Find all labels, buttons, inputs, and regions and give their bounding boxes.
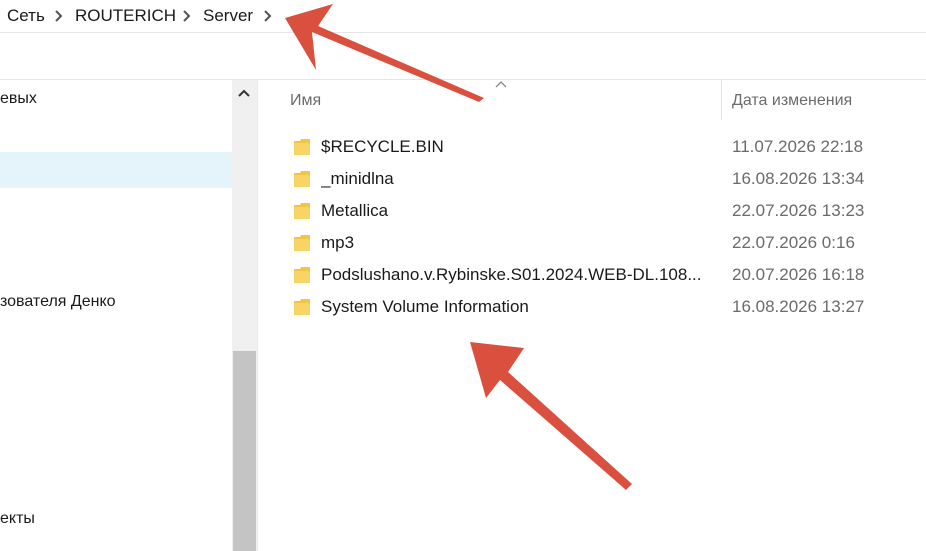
nav-item-selected[interactable] — [0, 152, 232, 188]
file-row[interactable]: System Volume Information 16.08.2026 13:… — [259, 291, 926, 323]
nav-item-objects[interactable]: екты — [0, 510, 35, 528]
file-date: 16.08.2026 13:34 — [732, 169, 865, 188]
breadcrumb-item-network[interactable]: Сеть — [7, 6, 45, 26]
file-name: _minidlna — [321, 169, 394, 188]
nav-scrollbar-thumb[interactable] — [233, 351, 256, 551]
toolbar — [0, 33, 926, 80]
navigation-pane: евых зователя Денко екты — [0, 80, 258, 551]
file-date: 16.08.2026 13:27 — [732, 297, 865, 316]
folder-icon — [294, 267, 310, 283]
folder-icon — [294, 203, 310, 219]
chevron-up-icon — [238, 89, 250, 97]
scroll-up-button[interactable] — [232, 80, 257, 110]
file-date: 11.07.2026 22:18 — [732, 137, 864, 156]
file-name: $RECYCLE.BIN — [321, 137, 444, 156]
folder-icon — [294, 139, 310, 155]
chevron-right-icon[interactable] — [263, 9, 275, 23]
address-bar[interactable]: Сеть ROUTERICH Server — [0, 0, 926, 33]
folder-icon — [294, 171, 310, 187]
file-date: 20.07.2026 16:18 — [732, 265, 865, 284]
file-name: Metallica — [321, 201, 389, 220]
file-row[interactable]: mp3 22.07.2026 0:16 — [259, 227, 926, 259]
nav-item-user-folder[interactable]: зователя Денко — [0, 293, 116, 311]
chevron-right-icon[interactable] — [182, 9, 194, 23]
nav-item-network-folders[interactable]: евых — [0, 90, 37, 108]
file-list: Имя Дата изменения $RECYCLE.BIN 11.07.20… — [259, 80, 926, 551]
file-row[interactable]: Metallica 22.07.2026 13:23 — [259, 195, 926, 227]
breadcrumb-item-routerich[interactable]: ROUTERICH — [75, 6, 176, 26]
folder-icon — [294, 235, 310, 251]
file-date: 22.07.2026 13:23 — [732, 201, 865, 220]
folder-icon — [294, 299, 310, 315]
breadcrumb-item-server[interactable]: Server — [203, 6, 253, 26]
file-row[interactable]: Podslushano.v.Rybinske.S01.2024.WEB-DL.1… — [259, 259, 926, 291]
file-date: 22.07.2026 0:16 — [732, 233, 855, 252]
file-name: Podslushano.v.Rybinske.S01.2024.WEB-DL.1… — [321, 265, 702, 284]
file-row[interactable]: _minidlna 16.08.2026 13:34 — [259, 163, 926, 195]
file-name: System Volume Information — [321, 297, 529, 316]
sort-up-icon — [495, 81, 507, 88]
column-header-date[interactable]: Дата изменения — [732, 92, 852, 110]
column-divider[interactable] — [721, 80, 722, 120]
file-row[interactable]: $RECYCLE.BIN 11.07.2026 22:18 — [259, 131, 926, 163]
chevron-right-icon[interactable] — [54, 9, 66, 23]
column-header-name[interactable]: Имя — [290, 92, 321, 110]
file-name: mp3 — [321, 233, 355, 252]
